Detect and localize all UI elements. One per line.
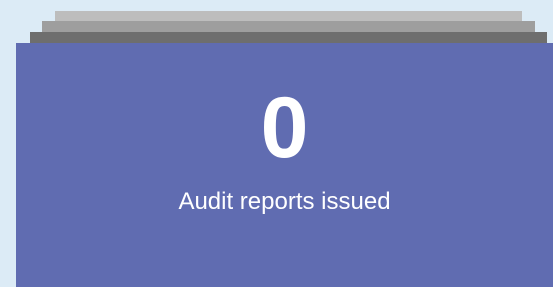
audit-reports-card: 0 Audit reports issued: [16, 43, 553, 287]
stat-label: Audit reports issued: [178, 188, 391, 215]
stat-value: 0: [260, 80, 309, 176]
